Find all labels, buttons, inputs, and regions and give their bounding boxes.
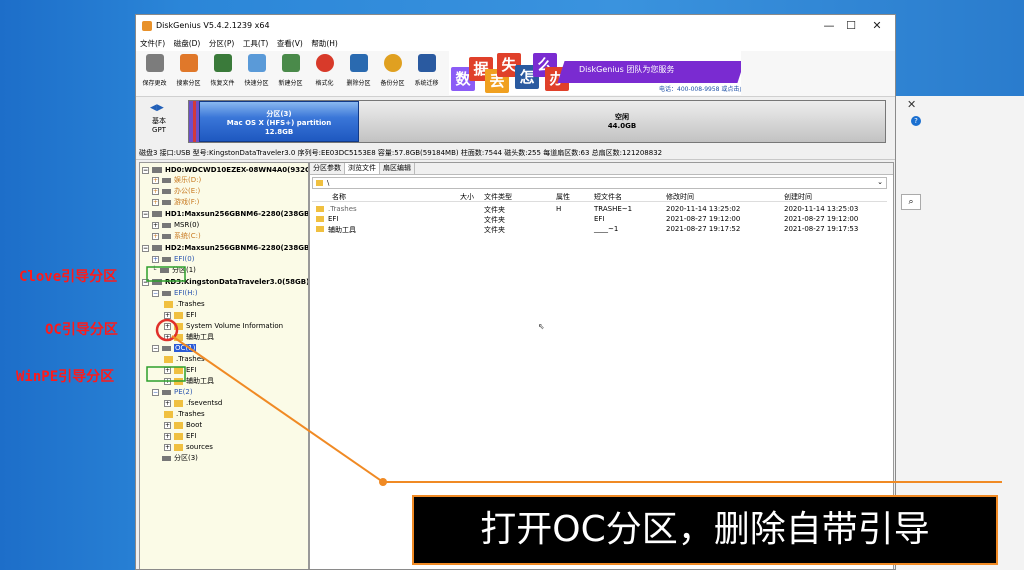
efi-highlight-box	[146, 266, 186, 282]
pointer-dot	[379, 478, 387, 486]
pointer-line	[171, 335, 384, 483]
tutorial-caption: 打开OC分区，删除自带引导	[412, 495, 998, 565]
pe-highlight-box	[146, 366, 186, 382]
annotation-overlay	[146, 266, 1002, 486]
caption-text: 打开OC分区，删除自带引导	[480, 509, 930, 550]
